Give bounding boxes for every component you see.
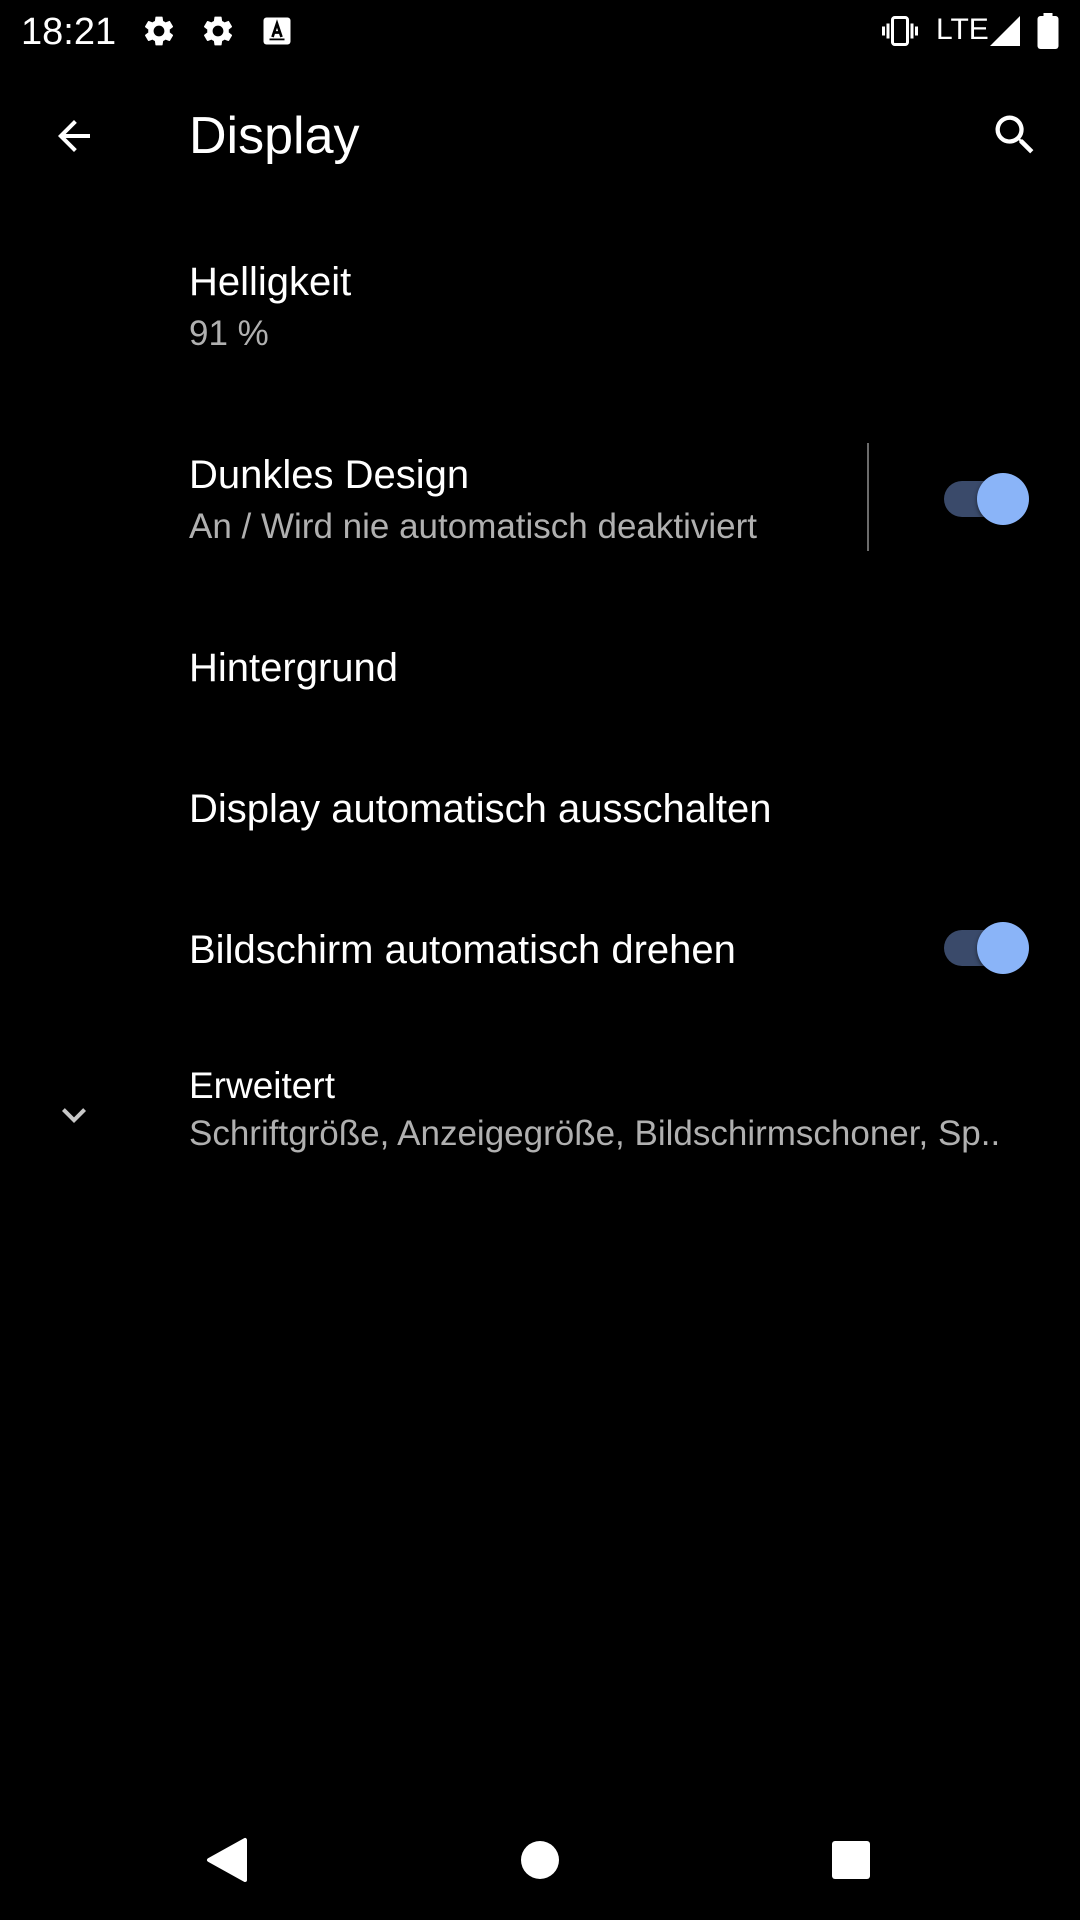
setting-title: Erweitert — [189, 1065, 335, 1106]
arrow-back-icon — [58, 120, 90, 152]
divider — [867, 443, 869, 551]
app-bar: Display — [0, 63, 1080, 213]
search-icon — [995, 115, 1034, 154]
nav-back-button[interactable] — [195, 1830, 255, 1890]
network-type: LTE — [936, 13, 989, 46]
search-button[interactable] — [979, 99, 1051, 171]
settings-icon — [200, 13, 236, 49]
navigation-bar — [0, 1800, 1080, 1920]
status-time: 18:21 — [21, 11, 117, 53]
nav-recents-button[interactable] — [821, 1830, 881, 1890]
setting-title: Bildschirm automatisch drehen — [189, 928, 736, 972]
vibrate-icon — [880, 13, 918, 49]
signal-icon — [987, 13, 1023, 49]
setting-auto-rotate[interactable]: Bildschirm automatisch drehen — [0, 890, 1080, 1010]
switch-thumb — [977, 473, 1029, 525]
page-title: Display — [189, 107, 360, 165]
nav-back-icon — [207, 1838, 247, 1882]
setting-dark-theme[interactable]: Dunkles Design An / Wird nie automatisch… — [0, 420, 1080, 570]
chevron-down-icon — [50, 1091, 98, 1139]
nav-home-icon — [521, 1841, 559, 1879]
dark-theme-switch[interactable] — [944, 471, 1030, 525]
setting-summary: An / Wird nie automatisch deaktiviert — [189, 507, 758, 546]
setting-summary: 91 % — [189, 314, 269, 353]
nav-recents-icon — [832, 1841, 870, 1879]
settings-icon — [141, 13, 177, 49]
setting-title: Display automatisch ausschalten — [189, 787, 772, 831]
setting-title: Dunkles Design — [189, 453, 470, 497]
auto-rotate-switch[interactable] — [944, 920, 1030, 974]
setting-summary: Schriftgröße, Anzeigegröße, Bildschirmsc… — [189, 1114, 1001, 1153]
setting-title: Helligkeit — [189, 260, 352, 304]
setting-wallpaper[interactable]: Hintergrund — [0, 610, 1080, 730]
switch-thumb — [977, 922, 1029, 974]
status-bar: 18:21 LTE — [0, 0, 1080, 63]
setting-brightness[interactable]: Helligkeit 91 % — [0, 232, 1080, 382]
battery-icon — [1036, 13, 1060, 49]
setting-advanced[interactable]: Erweitert Schriftgröße, Anzeigegröße, Bi… — [0, 1040, 1080, 1190]
nav-home-button[interactable] — [510, 1830, 570, 1890]
back-button[interactable] — [38, 100, 110, 172]
setting-screen-timeout[interactable]: Display automatisch ausschalten — [0, 750, 1080, 870]
font-icon — [259, 13, 295, 49]
setting-title: Hintergrund — [189, 646, 399, 690]
